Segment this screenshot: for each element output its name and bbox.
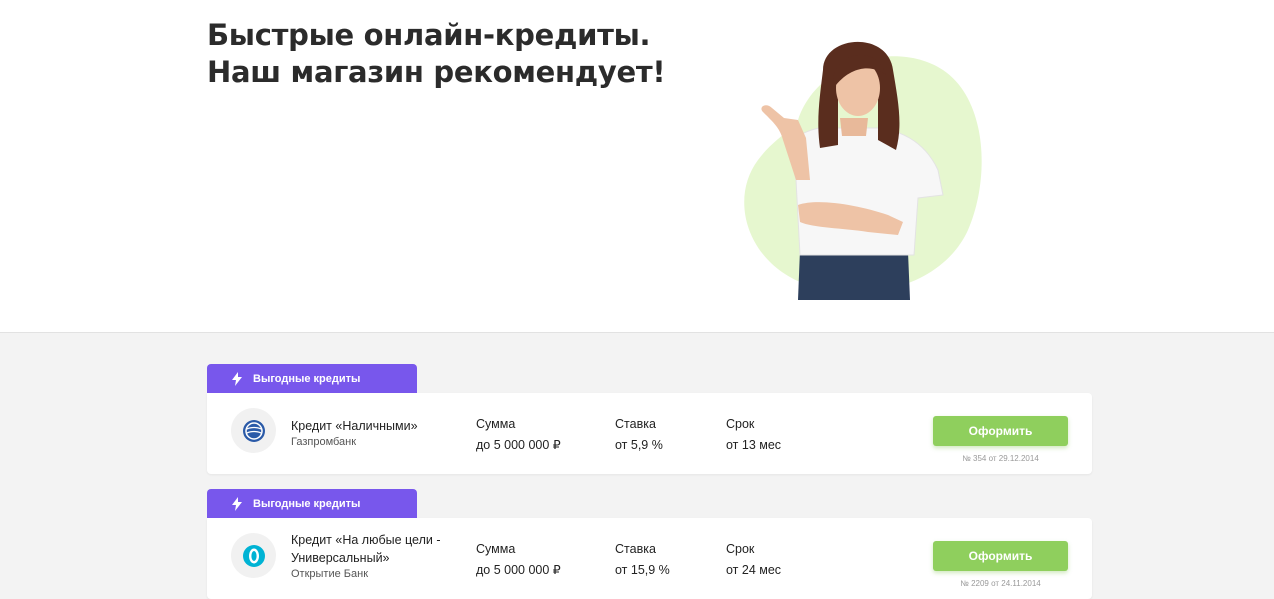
term-value: от 24 мес [726, 563, 782, 577]
offer-card-1: Выгодные кредиты Кредит «Наличными» Газп… [207, 364, 1092, 476]
offer-tab: Выгодные кредиты [207, 364, 417, 394]
hero-section: Быстрые онлайн-кредиты. Наш магазин реко… [0, 0, 1274, 333]
offer-tab: Выгодные кредиты [207, 489, 417, 519]
offer-body: Кредит «Наличными» Газпромбанк Сумма до … [207, 393, 1092, 474]
term-label: Срок [726, 542, 755, 556]
term-param: Срок от 24 мес [726, 539, 781, 581]
sum-label: Сумма [476, 417, 516, 431]
sum-value: до 5 000 000 ₽ [476, 438, 561, 452]
offer-body: Кредит «На любые цели - Универсальный» О… [207, 518, 1092, 599]
gazprombank-logo-icon [231, 408, 276, 453]
title-line-2: Наш магазин рекомендует! [207, 55, 666, 89]
woman-illustration [744, 41, 982, 300]
rate-param: Ставка от 15,9 % [615, 539, 670, 581]
term-value: от 13 мес [726, 438, 782, 452]
offers-list: Выгодные кредиты Кредит «Наличными» Газп… [0, 334, 1274, 599]
offer-info: Кредит «На любые цели - Универсальный» О… [291, 531, 461, 582]
offer-info: Кредит «Наличными» Газпромбанк [291, 417, 461, 450]
rate-value: от 5,9 % [615, 438, 663, 452]
license-text: № 354 от 29.12.2014 [962, 454, 1039, 463]
term-label: Срок [726, 417, 755, 431]
term-param: Срок от 13 мес [726, 414, 781, 456]
sum-label: Сумма [476, 542, 516, 556]
rate-value: от 15,9 % [615, 563, 670, 577]
offer-name: Кредит «На любые цели - [291, 533, 441, 547]
offer-card-2: Выгодные кредиты Кредит «На любые цели -… [207, 489, 1092, 599]
offer-name-line-2: Универсальный» [291, 551, 390, 565]
offer-tab-label: Выгодные кредиты [253, 498, 361, 510]
offer-bank: Газпромбанк [291, 436, 357, 448]
apply-button[interactable]: Оформить [933, 416, 1068, 446]
lightning-icon [232, 372, 242, 386]
rate-param: Ставка от 5,9 % [615, 414, 663, 456]
title-line-1: Быстрые онлайн-кредиты. [207, 18, 651, 52]
license-text: № 2209 от 24.11.2014 [960, 579, 1041, 588]
offer-name: Кредит «Наличными» [291, 419, 418, 433]
lightning-icon [232, 497, 242, 511]
sum-param: Сумма до 5 000 000 ₽ [476, 414, 561, 456]
sum-param: Сумма до 5 000 000 ₽ [476, 539, 561, 581]
apply-button[interactable]: Оформить [933, 541, 1068, 571]
sum-value: до 5 000 000 ₽ [476, 563, 561, 577]
offer-tab-label: Выгодные кредиты [253, 373, 361, 385]
otkritie-logo-icon [231, 533, 276, 578]
offer-bank: Открытие Банк [291, 568, 369, 580]
rate-label: Ставка [615, 417, 656, 431]
page-title: Быстрые онлайн-кредиты. Наш магазин реко… [207, 17, 666, 91]
rate-label: Ставка [615, 542, 656, 556]
